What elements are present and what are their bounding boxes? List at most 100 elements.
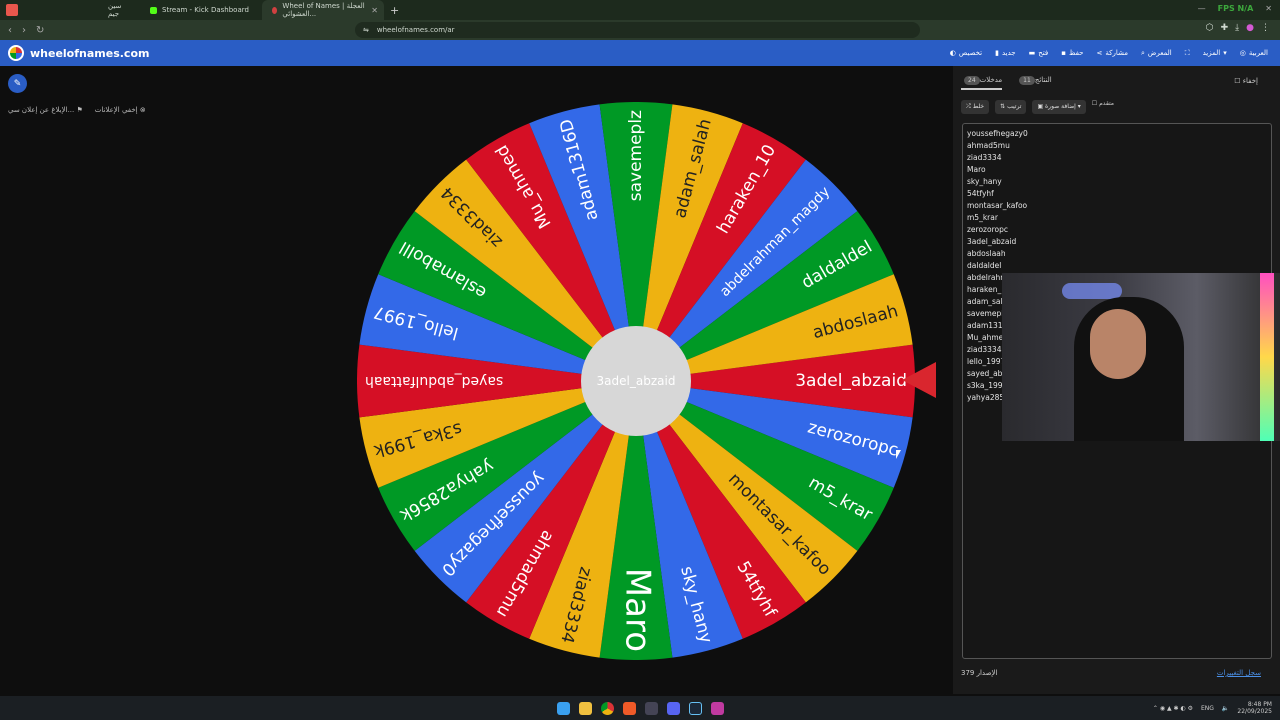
- sort-button[interactable]: ⇅ ترتيب: [995, 100, 1027, 114]
- wheel-logo-icon[interactable]: [8, 45, 24, 61]
- more-button[interactable]: المزيد ▾: [1203, 49, 1227, 57]
- file-icon: ▮: [995, 49, 999, 57]
- back-icon[interactable]: ‹: [8, 25, 12, 36]
- language-button[interactable]: ◎ العربية: [1240, 49, 1268, 57]
- pencil-icon[interactable]: ✎: [8, 74, 27, 93]
- site-info-icon[interactable]: ⇋: [363, 26, 369, 34]
- tray-icons[interactable]: ⌃ ◉ ▲ ✱ ◐ ⚙: [1153, 705, 1193, 712]
- sort-icon: ⇅: [1000, 103, 1006, 110]
- tab-kick-dashboard[interactable]: Stream - Kick Dashboard: [140, 0, 262, 20]
- entry-line: m5_krar: [967, 213, 998, 222]
- image-icon: ▣: [1037, 103, 1044, 110]
- entry-line: youssefhegazy0: [967, 129, 1028, 138]
- kick-icon: [150, 6, 157, 14]
- gallery-button[interactable]: ⌕ المعرض: [1141, 49, 1172, 58]
- hide-panel-toggle[interactable]: ☐ إخفاء: [1234, 77, 1258, 85]
- system-tray: ⌃ ◉ ▲ ✱ ◐ ⚙ ENG 🔈 8:48 PM 22/09/2025: [1153, 701, 1272, 715]
- wheel-pointer: [902, 362, 936, 398]
- version-label: الإصدار 379: [961, 669, 998, 677]
- reload-icon[interactable]: ↻: [36, 25, 44, 36]
- save-icon: ▪: [1061, 49, 1066, 57]
- entry-line: Maro: [967, 165, 986, 174]
- wheel-favicon: [272, 6, 278, 14]
- neon-sign: [1062, 283, 1122, 299]
- share-icon: ⋖: [1096, 49, 1103, 57]
- extension-icon[interactable]: ⬡: [1206, 23, 1214, 33]
- steam-icon[interactable]: [688, 701, 702, 715]
- entry-line: abdoslaah: [967, 249, 1006, 258]
- taskbar: ⌃ ◉ ▲ ✱ ◐ ⚙ ENG 🔈 8:48 PM 22/09/2025: [0, 696, 1280, 720]
- chevron-down-icon: ▾: [1223, 49, 1227, 57]
- language-indicator[interactable]: ENG: [1201, 705, 1214, 712]
- close-circle-icon: ⊗: [139, 106, 146, 114]
- corner-text: FPS N/A: [1217, 4, 1254, 13]
- extensions: ⬡ ✚ ⤓ ● ⋮: [1206, 23, 1270, 33]
- open-button[interactable]: ▬ فتح: [1029, 49, 1049, 57]
- close-window-icon[interactable]: ✕: [1265, 4, 1272, 13]
- entry-line: 54tfyhf: [967, 189, 994, 198]
- changelog-link[interactable]: سجل التغييرات: [1217, 669, 1261, 677]
- add-image-button[interactable]: ▣ إضافة صورة ▾: [1032, 100, 1086, 114]
- url-text: wheelofnames.com/ar: [376, 26, 455, 34]
- download-icon[interactable]: ⤓: [1235, 23, 1239, 33]
- discord-icon[interactable]: [666, 701, 680, 715]
- forward-icon[interactable]: ›: [22, 25, 26, 36]
- entry-line: ziad3334: [967, 153, 1002, 162]
- streamer-face: [1090, 309, 1146, 379]
- wheel-center[interactable]: 3adel_abzaid: [581, 326, 691, 436]
- save-button[interactable]: ▪ حفظ: [1061, 49, 1083, 57]
- wheel-slice-label: 3adel_abzaid: [795, 371, 907, 391]
- tab-wheel-of-names[interactable]: Wheel of Names | العجلة العشوائي... ✕: [262, 0, 384, 20]
- new-button[interactable]: ▮ جديد: [995, 49, 1015, 57]
- site-name[interactable]: wheelofnames.com: [30, 47, 149, 60]
- entry-line: ahmad5mu: [967, 141, 1010, 150]
- entries-count-badge: 24: [964, 76, 980, 85]
- palette-icon: ◐: [949, 49, 956, 57]
- entry-line: daldaldel: [967, 261, 1002, 270]
- shuffle-button[interactable]: ⤮ خلط: [961, 100, 990, 114]
- windows-start-icon[interactable]: [556, 701, 570, 715]
- header-menu: ◐ تخصيص ▮ جديد ▬ فتح ▪ حفظ ⋖ مشاركة ⌕ المعرض ⛶…: [950, 49, 1268, 58]
- share-button[interactable]: ⋖ مشاركة: [1097, 49, 1128, 57]
- browser-active-icon[interactable]: [710, 701, 724, 715]
- entry-line: 3adel_abzaid: [967, 237, 1017, 246]
- panel-tabs: مدخلات24 النتائج11: [961, 76, 1052, 90]
- fullscreen-button[interactable]: ⛶: [1185, 49, 1190, 58]
- chevron-down-icon: ▾: [1077, 103, 1081, 110]
- webcam-overlay: [1002, 273, 1280, 441]
- entry-line: sky_hany: [967, 177, 1002, 186]
- advanced-checkbox[interactable]: ☐ متقدم: [1092, 100, 1114, 114]
- browser-menu-icon[interactable]: [6, 4, 18, 16]
- folder-icon: ▬: [1028, 49, 1036, 57]
- fullscreen-icon: ⛶: [1184, 48, 1190, 57]
- tab-entries[interactable]: مدخلات24: [961, 76, 1003, 90]
- url-input[interactable]: ⇋ wheelofnames.com/ar: [355, 22, 920, 38]
- file-explorer-icon[interactable]: [578, 701, 592, 715]
- site-header: wheelofnames.com ◐ تخصيص ▮ جديد ▬ فتح ▪ حفظ …: [0, 40, 1280, 66]
- volume-icon[interactable]: 🔈: [1222, 705, 1229, 712]
- customize-button[interactable]: ◐ تخصيص: [950, 49, 982, 57]
- close-tab-icon[interactable]: ✕: [371, 6, 378, 15]
- puzzle-icon[interactable]: ✚: [1221, 23, 1229, 33]
- rgb-light-bar: [1260, 273, 1274, 441]
- mouse-cursor-icon: [896, 450, 901, 459]
- chrome-icon[interactable]: [600, 701, 614, 715]
- window-controls: — FPS N/A ✕: [1198, 4, 1272, 13]
- center-winner-text: 3adel_abzaid: [596, 374, 676, 388]
- wheel-slice-label: sayed_abdulfattaah: [365, 373, 503, 389]
- tab-title: سين جيم: [108, 2, 122, 18]
- kebab-menu-icon[interactable]: ⋮: [1261, 23, 1270, 33]
- panel-toolbar: ⤮ خلط ⇅ ترتيب ▣ إضافة صورة ▾ ☐ متقدم: [961, 100, 1114, 114]
- tab-results[interactable]: النتائج11: [1016, 76, 1052, 90]
- profile-icon[interactable]: ●: [1246, 23, 1254, 33]
- hide-ads-link[interactable]: إخفي الإعلانات ⊗: [95, 106, 146, 114]
- new-tab-button[interactable]: +: [384, 4, 405, 17]
- report-ad-link[interactable]: الإبلاغ عن إعلان سي... ⚑: [8, 106, 83, 114]
- brave-icon[interactable]: [622, 701, 636, 715]
- app-icon[interactable]: [644, 701, 658, 715]
- clock[interactable]: 8:48 PM 22/09/2025: [1237, 701, 1272, 715]
- tab-seen-jeem[interactable]: سين جيم: [18, 0, 140, 20]
- tab-title: Stream - Kick Dashboard: [162, 6, 249, 14]
- minimize-icon[interactable]: —: [1198, 4, 1206, 13]
- ad-links: الإبلاغ عن إعلان سي... ⚑ إخفي الإعلانات …: [8, 106, 146, 114]
